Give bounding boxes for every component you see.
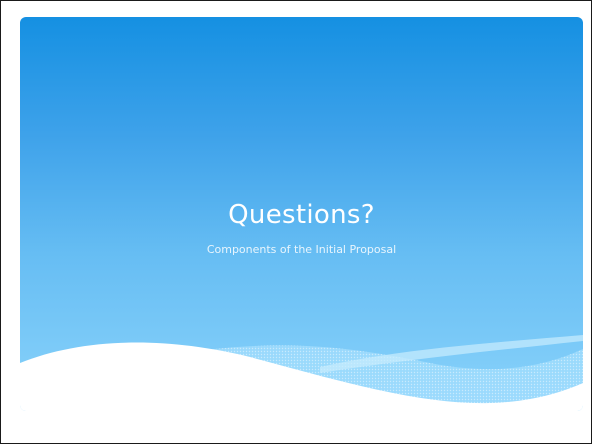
slide-subtitle: Components of the Initial Proposal [206, 243, 397, 256]
slide-frame: Questions? Components of the Initial Pro… [0, 0, 592, 444]
slide-title: Questions? [228, 200, 375, 230]
slide-background-panel: Questions? Components of the Initial Pro… [20, 17, 583, 411]
